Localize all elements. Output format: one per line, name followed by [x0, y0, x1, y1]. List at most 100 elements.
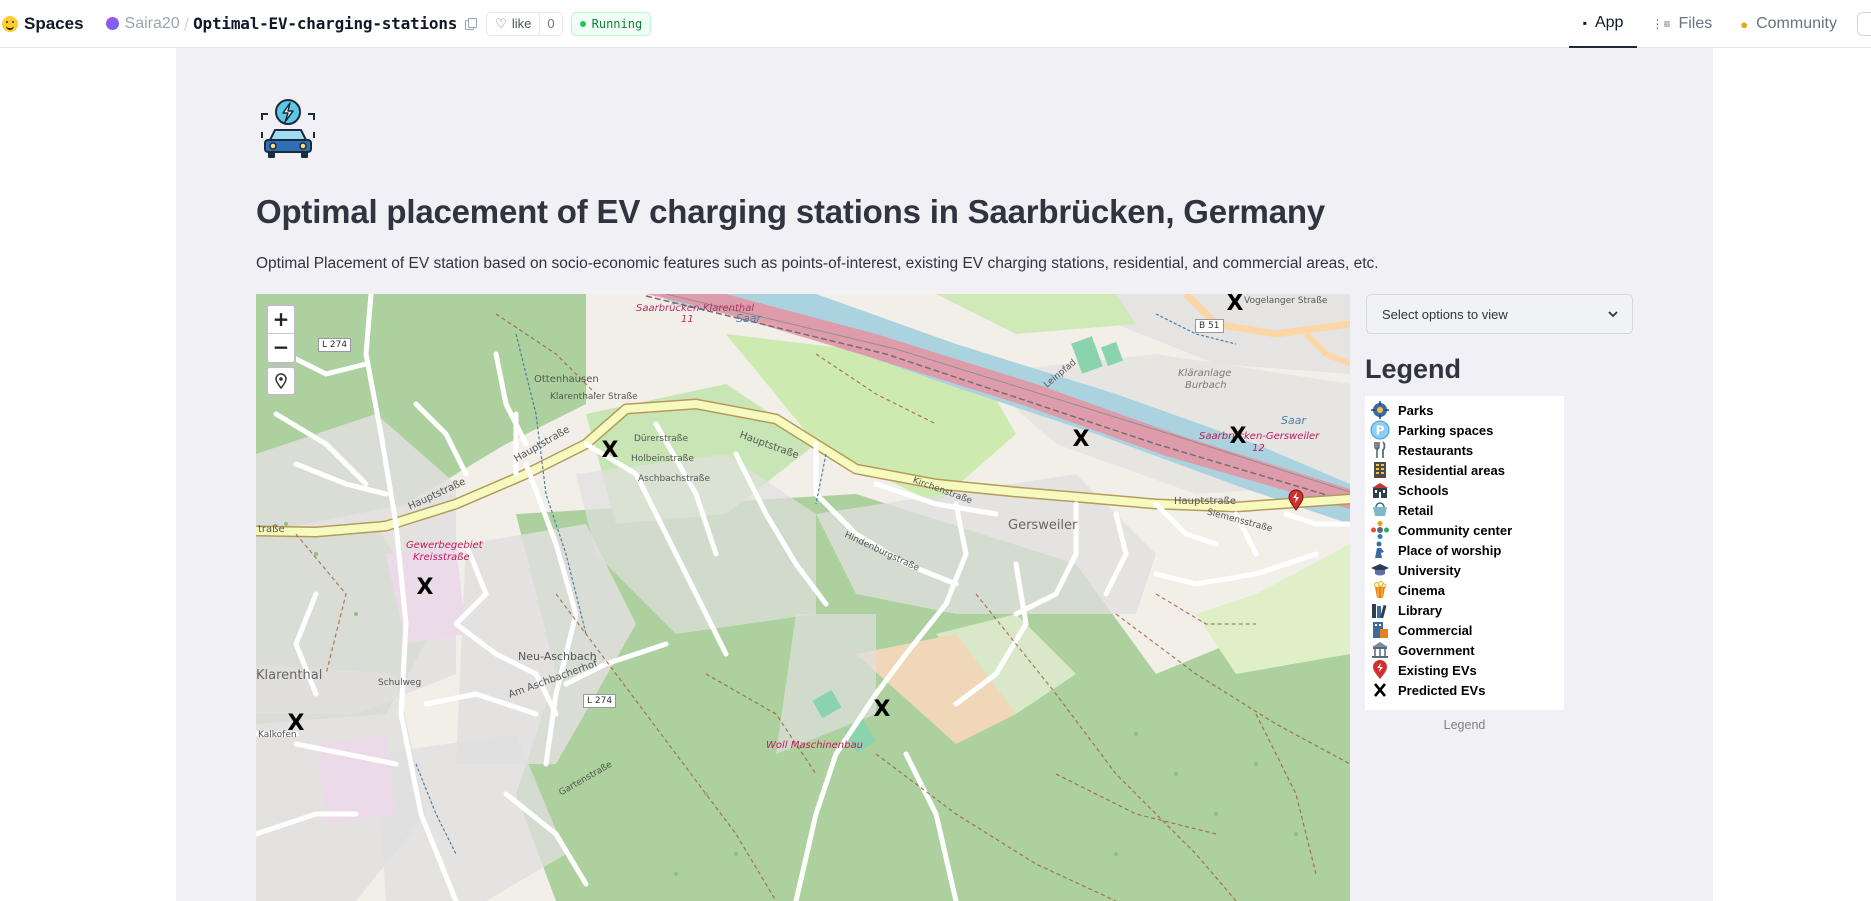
page-description: Optimal Placement of EV station based on…	[256, 255, 1379, 272]
park-icon	[1371, 401, 1389, 419]
like-label: like	[511, 16, 532, 31]
legend-image: Parks P Parking spaces Restaurants Resid…	[1365, 396, 1564, 710]
space-name-link[interactable]: Optimal-EV-charging-stations	[193, 14, 457, 33]
map-view[interactable]: Saarbrücken-Klarenthal 11 Saar Saar Otte…	[256, 294, 1350, 901]
government-icon	[1372, 642, 1388, 658]
page-title: Optimal placement of EV charging station…	[256, 193, 1325, 230]
commercial-icon	[1373, 622, 1388, 638]
legend-item: University	[1365, 560, 1461, 580]
like-button[interactable]: ♡ like	[487, 12, 541, 35]
tab-community[interactable]: ● Community	[1726, 0, 1851, 48]
legend-item: Residential areas	[1365, 460, 1505, 480]
legend-item: Cinema	[1365, 580, 1445, 600]
map-label: Burbach	[1185, 380, 1227, 391]
app-panel: Optimal placement of EV charging station…	[176, 48, 1713, 901]
legend-item: Library	[1365, 600, 1442, 620]
legend-item: Retail	[1365, 500, 1433, 520]
status-badge: Running	[570, 11, 652, 36]
owner-link[interactable]: Saira20	[125, 15, 180, 33]
predicted-ev-marker[interactable]: X	[873, 699, 891, 721]
legend-item: P Parking spaces	[1365, 420, 1493, 440]
map-label: Vogelanger Straße	[1244, 296, 1328, 306]
x-mark-icon	[1374, 683, 1386, 697]
tab-app-label: App	[1594, 14, 1624, 31]
legend-label: Retail	[1398, 502, 1434, 518]
legend-label: University	[1398, 562, 1461, 578]
zoom-in-button[interactable]: +	[268, 306, 294, 334]
brand-name: Spaces	[24, 13, 84, 33]
apartment-icon	[1374, 462, 1386, 478]
status-text: Running	[591, 16, 643, 31]
app-icon: ▪	[1582, 16, 1587, 30]
cutlery-icon	[1374, 441, 1386, 458]
map-label: Hauptstraße	[1174, 496, 1237, 507]
breadcrumb-separator: /	[183, 14, 190, 33]
legend-label: Existing EVs	[1398, 662, 1477, 678]
legend-item: Schools	[1365, 480, 1449, 500]
worship-icon	[1375, 541, 1384, 558]
more-menu-button[interactable]	[1857, 12, 1871, 36]
zoom-out-button[interactable]: −	[268, 334, 294, 362]
map-label: Saar	[1281, 414, 1306, 427]
parking-icon: P	[1370, 420, 1390, 440]
map-label: Saar	[736, 312, 761, 325]
map-label: Gersweiler	[1008, 518, 1078, 533]
space-tabs: ▪ App ⋮≡ Files ● Community	[1568, 0, 1871, 48]
status-dot-icon	[579, 20, 586, 27]
tab-community-label: Community	[1756, 15, 1837, 32]
predicted-ev-marker[interactable]: X	[1229, 426, 1247, 448]
legend-label: Commercial	[1398, 622, 1473, 638]
legend-item: Commercial	[1365, 620, 1472, 640]
copy-icon[interactable]	[465, 17, 478, 30]
legend-label: Residential areas	[1398, 462, 1505, 478]
like-widget: ♡ like 0	[486, 11, 563, 36]
school-icon	[1372, 483, 1388, 498]
road-shield: L 274	[318, 338, 352, 352]
graduation-cap-icon	[1371, 564, 1389, 576]
legend-item: Predicted EVs	[1365, 680, 1485, 700]
legend-label: Parking spaces	[1398, 422, 1494, 438]
predicted-ev-marker[interactable]: X	[1226, 294, 1244, 315]
legend-label: Parks	[1398, 402, 1434, 418]
predicted-ev-marker[interactable]: X	[287, 713, 305, 735]
map-label: Gewerbegebiet	[406, 540, 483, 551]
tab-files[interactable]: ⋮≡ Files	[1637, 0, 1726, 48]
map-label: 11	[681, 314, 694, 325]
existing-ev-marker[interactable]	[1288, 489, 1304, 511]
legend-item: Community center	[1365, 520, 1512, 540]
locate-button[interactable]	[266, 366, 296, 396]
legend-caption: Legend	[1443, 718, 1486, 732]
shop-icon	[1373, 502, 1387, 516]
map-label: Ottenhausen	[534, 374, 599, 385]
tab-files-label: Files	[1678, 15, 1713, 32]
predicted-ev-marker[interactable]: X	[1072, 429, 1090, 451]
predicted-ev-marker[interactable]: X	[601, 440, 619, 462]
breadcrumb: Saira20 / Optimal-EV-charging-stations	[105, 14, 478, 33]
spaces-brand[interactable]: Spaces	[2, 14, 84, 34]
predicted-ev-marker[interactable]: X	[416, 577, 434, 599]
chevron-down-icon	[1608, 311, 1618, 318]
hugging-face-logo-icon	[2, 15, 18, 32]
books-icon	[1372, 604, 1387, 619]
popcorn-icon	[1374, 581, 1387, 598]
ev-charging-logo-icon	[261, 99, 315, 158]
community-center-icon	[1371, 521, 1389, 539]
map-label: 12	[1252, 443, 1265, 454]
road-shield: L 274	[583, 694, 617, 708]
road-shield: B 51	[1195, 319, 1224, 333]
map-label: Kläranlage	[1178, 368, 1232, 379]
options-select[interactable]: Select options to view	[1366, 294, 1633, 334]
legend-item: Restaurants	[1365, 440, 1473, 460]
map-label: Saarbrücken-Gersweiler	[1199, 431, 1320, 442]
like-count[interactable]: 0	[540, 16, 561, 31]
legend-label: Cinema	[1398, 582, 1445, 598]
map-label: Kreisstraße	[413, 552, 470, 563]
map-label: Woll Maschinenbau	[766, 740, 863, 751]
legend-label: Community center	[1398, 522, 1513, 538]
map-label: Holbeinstraße	[631, 454, 694, 464]
red-ev-pin-icon	[1373, 660, 1387, 679]
owner-avatar	[105, 17, 119, 30]
map-label: Klarenthaler Straße	[550, 392, 638, 402]
svg-text:P: P	[1376, 424, 1385, 438]
tab-app[interactable]: ▪ App	[1568, 0, 1638, 48]
